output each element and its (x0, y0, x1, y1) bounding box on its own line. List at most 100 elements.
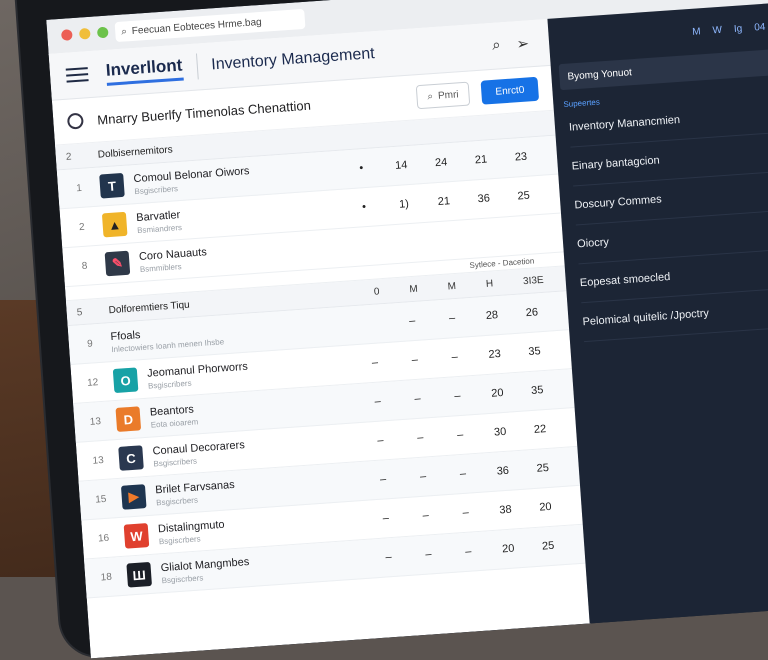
side-card-label: Byomg Yonuot (567, 66, 633, 83)
row-values: – – – 20 35 (357, 383, 557, 409)
cell-value: – (411, 353, 419, 367)
cell-value: – (419, 470, 427, 483)
row-number: 1 (75, 182, 83, 194)
item-thumbnail-icon: ▶ (120, 484, 147, 510)
window-controls (60, 26, 109, 41)
item-text: Beantors Eota oioarem (149, 395, 310, 429)
cell-value: 25 (536, 461, 550, 475)
item-text: Glialot Mangmbes Bsgiscrbers (160, 551, 321, 585)
side-toolbar-item[interactable]: W (712, 24, 722, 36)
side-item-label: Pelomical quitelic /Jpoctry (582, 307, 710, 329)
item-thumbnail-icon: C (118, 445, 144, 471)
item-text: Distalingmuto Bsgiscrbers (158, 512, 319, 546)
cell-value: – (416, 431, 424, 445)
column-header[interactable]: 0 (374, 286, 380, 297)
maximize-window-button[interactable] (96, 26, 109, 39)
cell-value: – (414, 392, 422, 406)
cell-value: 36 (496, 464, 510, 478)
primary-action-button[interactable]: Enrct0 (480, 76, 540, 105)
item-text: Comoul Belonar Oiwors Bsgiscribers (133, 162, 294, 196)
laptop-screen: ⌕ Feecuan Eobteces Hrme.bag ⌕ + ⛉ ♥ ▭ In… (46, 0, 768, 659)
address-bar-text: Feecuan Eobteces Hrme.bag (131, 16, 262, 37)
row-values: – – – 38 20 (365, 500, 565, 526)
cell-value: – (379, 473, 387, 486)
item-thumbnail-icon: T (99, 172, 125, 199)
cell-value: – (456, 428, 464, 442)
laptop-bezel: ⌕ Feecuan Eobteces Hrme.bag ⌕ + ⛉ ♥ ▭ In… (14, 0, 768, 659)
side-item-label: Einary bantagcion (571, 154, 661, 173)
row-number: 12 (86, 376, 99, 389)
header-divider (195, 53, 199, 80)
column-header[interactable]: H (486, 278, 494, 289)
side-toolbar-item[interactable]: M (692, 26, 701, 38)
cell-value: – (408, 314, 416, 328)
side-item-label: Oiocry (576, 236, 610, 251)
group-number: 2 (65, 150, 72, 163)
header-actions: ⌕ ➢ (492, 34, 530, 55)
hamburger-menu-icon[interactable] (65, 67, 89, 83)
search-icon: ⌕ (120, 25, 128, 38)
brand-logo[interactable]: Inverllont (105, 55, 184, 86)
side-toolbar-item[interactable]: Ig (734, 23, 743, 35)
item-text: Conaul Decorarers Bsgiscribers (152, 434, 313, 468)
search-button-label: Pmri (437, 88, 459, 102)
side-item-label: Eopesat smoecled (579, 271, 671, 290)
cell-value: 23 (514, 150, 528, 164)
cell-value: – (459, 467, 467, 481)
row-values: – – 28 26 (392, 305, 552, 328)
cell-value: 36 (477, 192, 491, 206)
cell-value: 26 (525, 306, 539, 320)
group-label: Dolbisernemitors (97, 143, 174, 161)
search-icon: ⌕ (427, 90, 434, 102)
item-text: Coro Nauauts Bsmmiblers (139, 239, 300, 274)
group-number: 5 (76, 306, 83, 318)
cell-value: 20 (490, 386, 504, 400)
row-number: 8 (81, 260, 88, 272)
cell-value: – (425, 548, 432, 561)
section-title: Mnarry Buerlfy Timenolas Chenattion (96, 97, 312, 128)
globe-icon[interactable] (66, 112, 84, 130)
row-number: 2 (78, 221, 85, 233)
row-values: • 1) 21 36 25 (344, 189, 544, 215)
cell-value: – (451, 351, 459, 364)
item-thumbnail-icon: Ш (126, 561, 152, 588)
inventory-app-panel: Inverllont Inventory Management ⌕ ➢ Mnar… (48, 18, 591, 659)
cell-value: – (374, 395, 382, 408)
row-values: – – – 20 25 (368, 539, 568, 565)
cell-value: 14 (394, 159, 408, 172)
row-values: – – – 30 22 (360, 422, 560, 448)
row-number: 9 (86, 337, 94, 350)
item-text: Barvatler Bsmiandrers (136, 200, 297, 235)
close-window-button[interactable] (60, 29, 73, 41)
cell-value: – (448, 312, 456, 325)
item-thumbnail-icon: W (123, 523, 150, 549)
search-icon[interactable]: ⌕ (492, 36, 502, 55)
cell-value: 30 (493, 425, 507, 439)
cell-value: 24 (434, 156, 448, 170)
cell-value: 20 (501, 542, 515, 556)
cell-value: 28 (485, 309, 499, 322)
column-header[interactable]: 3I3E (523, 274, 544, 286)
cell-value: 20 (538, 500, 552, 514)
search-button[interactable]: ⌕ Pmri (415, 81, 471, 110)
group-label: Dolforemtiers Tiqu (108, 299, 190, 316)
row-values: – – – 23 35 (355, 344, 555, 370)
cell-value: – (371, 356, 379, 369)
cell-value: – (462, 506, 470, 520)
row-number: 13 (92, 454, 105, 467)
column-header[interactable]: M (447, 280, 456, 292)
item-thumbnail-icon: D (115, 406, 142, 432)
cell-value: 21 (474, 153, 488, 167)
page-title: Inventory Management (210, 45, 376, 74)
cell-value: 23 (488, 348, 502, 361)
cell-value: 1) (398, 198, 410, 211)
side-toolbar-item[interactable]: 04 (754, 21, 766, 33)
item-text: Jeomanul Phorworrs Bsgiscribers (147, 356, 308, 390)
cell-value: 21 (437, 195, 451, 209)
cell-value: • (361, 201, 367, 214)
item-thumbnail-icon: ✎ (104, 250, 131, 277)
send-icon[interactable]: ➢ (516, 34, 530, 53)
minimize-window-button[interactable] (78, 27, 91, 40)
row-number: 15 (94, 493, 107, 506)
column-header[interactable]: M (409, 283, 418, 295)
